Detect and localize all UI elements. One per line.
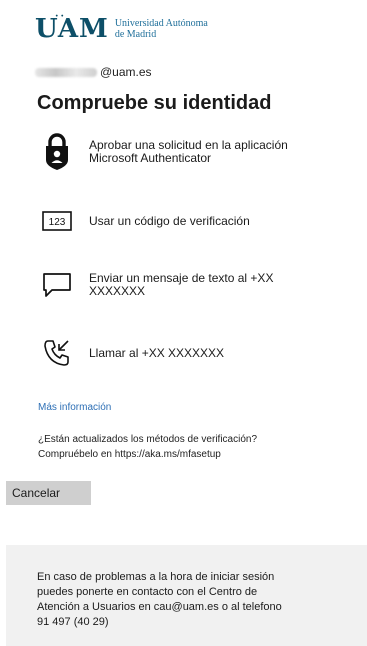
help-line-4: 91 497 (40 29): [37, 616, 109, 628]
option-verification-code[interactable]: 123 Usar un código de verificación: [37, 211, 347, 231]
option-label-line1: Llamar al +XX XXXXXXX: [89, 345, 225, 360]
note-line-2: Compruébelo en https://aka.ms/mfasetup: [38, 449, 221, 460]
code-123-text: 123: [49, 217, 66, 228]
verification-note: ¿Están actualizados los métodos de verif…: [38, 432, 338, 462]
logo-text: Universidad Autónoma de Madrid: [115, 18, 208, 40]
help-line-2: puedes ponerte en contacto con el Centro…: [37, 586, 258, 598]
help-text: En caso de problemas a la hora de inicia…: [37, 570, 352, 630]
redacted-username: [35, 67, 97, 77]
uam-logo: ·· UAM Universidad Autónoma de Madrid: [35, 12, 208, 44]
logo-line-2: de Madrid: [114, 29, 157, 40]
account-email: @uam.es: [35, 65, 152, 79]
option-label-line2: XXXXXXX: [89, 284, 146, 298]
help-line-1: En caso de problemas a la hora de inicia…: [37, 571, 275, 583]
option-label-line2: Microsoft Authenticator: [89, 151, 212, 165]
more-info-link[interactable]: Más información: [38, 402, 111, 413]
help-line-3: Atención a Usuarios en cau@uam.es o al t…: [37, 601, 282, 613]
note-line-1: ¿Están actualizados los métodos de verif…: [38, 434, 258, 445]
option-label: Llamar al +XX XXXXXXX: [89, 345, 225, 360]
logo-mark-text: UAM: [35, 14, 109, 44]
help-footer: En caso de problemas a la hora de inicia…: [6, 545, 367, 646]
logo-dots: ··: [55, 11, 66, 22]
option-label: Aprobar una solicitud en la aplicación M…: [89, 139, 288, 165]
option-label: Enviar un mensaje de texto al +XX XXXXXX…: [89, 272, 273, 298]
phone-icon: [37, 338, 77, 368]
email-suffix: @uam.es: [100, 65, 152, 79]
logo-mark: ·· UAM: [35, 12, 109, 44]
page-title: Compruebe su identidad: [37, 92, 272, 114]
option-authenticator-app[interactable]: Aprobar una solicitud en la aplicación M…: [37, 133, 347, 171]
code-123-icon: 123: [37, 211, 77, 231]
authenticator-lock-icon: [37, 133, 77, 171]
option-text-message[interactable]: Enviar un mensaje de texto al +XX XXXXXX…: [37, 271, 347, 299]
logo-line-1: Universidad Autónoma: [114, 18, 208, 29]
message-icon: [37, 271, 77, 299]
option-label-line1: Usar un código de verificación: [89, 213, 250, 228]
option-label: Usar un código de verificación: [89, 213, 250, 228]
cancel-button[interactable]: Cancelar: [6, 481, 91, 505]
option-phone-call[interactable]: Llamar al +XX XXXXXXX: [37, 338, 347, 368]
